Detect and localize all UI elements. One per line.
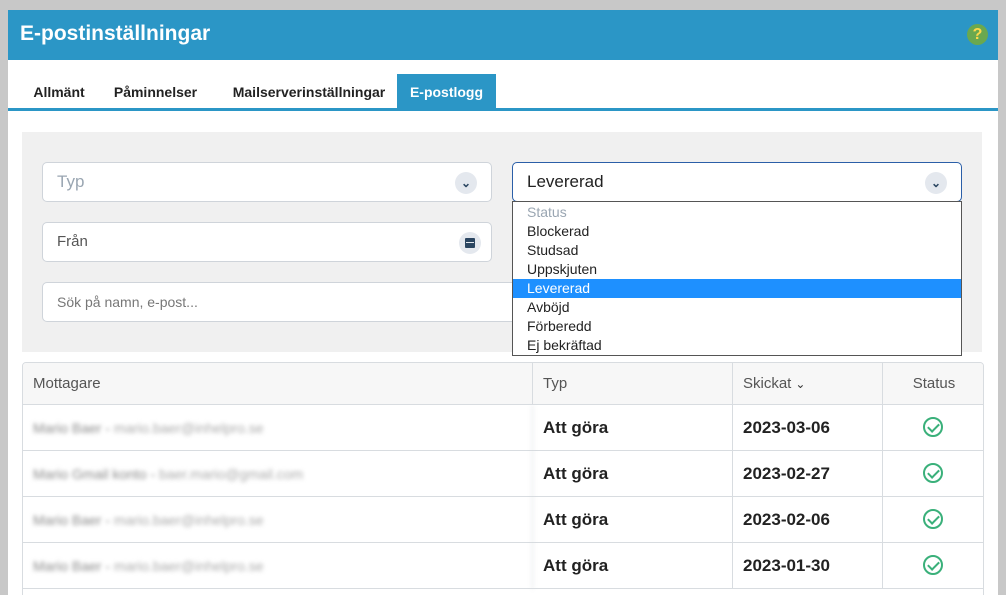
status-select-value: Levererad <box>527 172 604 191</box>
recipient-email: mario.baer@inhelpro.se <box>113 420 264 436</box>
calendar-icon[interactable] <box>459 232 481 254</box>
column-sent[interactable]: Skickat ⌄ <box>733 363 883 405</box>
check-circle-icon <box>923 417 943 437</box>
status-option-declined[interactable]: Avböjd <box>513 298 961 317</box>
table-row[interactable]: Mario Baer - mario.baer@inhelpro.se Att … <box>23 497 983 543</box>
recipient-name: Mario Gmail konto <box>33 466 147 482</box>
type-select-placeholder: Typ <box>57 172 85 191</box>
tab-email-log[interactable]: E-postlogg <box>397 74 496 108</box>
header-bar: E-postinställningar ? <box>8 10 998 60</box>
status-dropdown-menu: Status Blockerad Studsad Uppskjuten Leve… <box>512 201 962 356</box>
column-sent-label: Skickat <box>743 375 792 392</box>
column-recipient[interactable]: Mottagare <box>23 363 533 405</box>
recipient-cell: Mario Baer - mario.baer@inhelpro.se <box>23 543 533 589</box>
check-circle-icon <box>923 555 943 575</box>
recipient-cell: Mario Baer - mario.baer@inhelpro.se <box>23 405 533 451</box>
type-select[interactable]: Typ ⌄ <box>42 162 492 202</box>
tab-bar: Allmänt Påminnelser Mailserverinställnin… <box>8 74 998 111</box>
recipient-cell: Mario Gmail konto - baer.mario@gmail.com <box>23 451 533 497</box>
status-option-unconfirmed[interactable]: Ej bekräftad <box>513 336 961 355</box>
check-circle-icon <box>923 509 943 529</box>
table-row[interactable]: Mario Gmail konto - baer.mario@gmail.com… <box>23 451 983 497</box>
status-option-deferred[interactable]: Uppskjuten <box>513 260 961 279</box>
recipient-name: Mario Baer <box>33 558 102 574</box>
type-cell: Att göra <box>533 405 733 451</box>
type-cell: Att göra <box>533 451 733 497</box>
status-cell <box>883 497 983 543</box>
status-cell <box>883 405 983 451</box>
search-input-placeholder: Sök på namn, e-post... <box>57 294 198 310</box>
recipient-email: baer.mario@gmail.com <box>159 466 304 482</box>
email-log-table: Mottagare Typ Skickat ⌄ Status Mario Baer… <box>22 362 984 595</box>
type-cell: Att göra <box>533 543 733 589</box>
status-option-prepared[interactable]: Förberedd <box>513 317 961 336</box>
recipient-email: mario.baer@inhelpro.se <box>113 558 264 574</box>
column-status[interactable]: Status <box>883 363 983 405</box>
sent-date-cell: 2023-02-27 <box>733 451 883 497</box>
from-date-placeholder: Från <box>57 233 88 250</box>
recipient-name: Mario Baer <box>33 420 102 436</box>
help-icon[interactable]: ? <box>967 24 988 45</box>
table-row[interactable]: Mario Baer - mario.baer@inhelpro.se Att … <box>23 543 983 589</box>
chevron-down-icon: ⌄ <box>455 172 477 194</box>
page-title: E-postinställningar <box>20 22 211 45</box>
sort-down-icon[interactable]: ⌄ <box>795 363 805 405</box>
status-option-bounced[interactable]: Studsad <box>513 241 961 260</box>
status-option-blocked[interactable]: Blockerad <box>513 222 961 241</box>
status-cell <box>883 451 983 497</box>
column-type[interactable]: Typ <box>533 363 733 405</box>
recipient-cell: Mario Baer - mario.baer@inhelpro.se <box>23 497 533 543</box>
status-cell <box>883 543 983 589</box>
sent-date-cell: 2023-03-06 <box>733 405 883 451</box>
check-circle-icon <box>923 463 943 483</box>
chevron-down-icon: ⌄ <box>925 172 947 194</box>
email-settings-window: E-postinställningar ? Allmänt Påminnelse… <box>8 10 998 595</box>
status-option-header[interactable]: Status <box>513 203 961 222</box>
sent-date-cell: 2023-02-06 <box>733 497 883 543</box>
status-option-delivered[interactable]: Levererad <box>513 279 961 298</box>
type-cell: Att göra <box>533 497 733 543</box>
table-header: Mottagare Typ Skickat ⌄ Status <box>23 363 983 405</box>
recipient-email: mario.baer@inhelpro.se <box>113 512 264 528</box>
recipient-name: Mario Baer <box>33 512 102 528</box>
tab-mailserver-settings[interactable]: Mailserverinställningar <box>218 74 400 108</box>
table-row[interactable]: Mario Baer - mario.baer@inhelpro.se Att … <box>23 405 983 451</box>
from-date-field[interactable]: Från <box>42 222 492 262</box>
tab-general[interactable]: Allmänt <box>20 74 98 108</box>
status-select[interactable]: Levererad ⌄ <box>512 162 962 202</box>
sent-date-cell: 2023-01-30 <box>733 543 883 589</box>
tab-reminders[interactable]: Påminnelser <box>103 74 208 108</box>
